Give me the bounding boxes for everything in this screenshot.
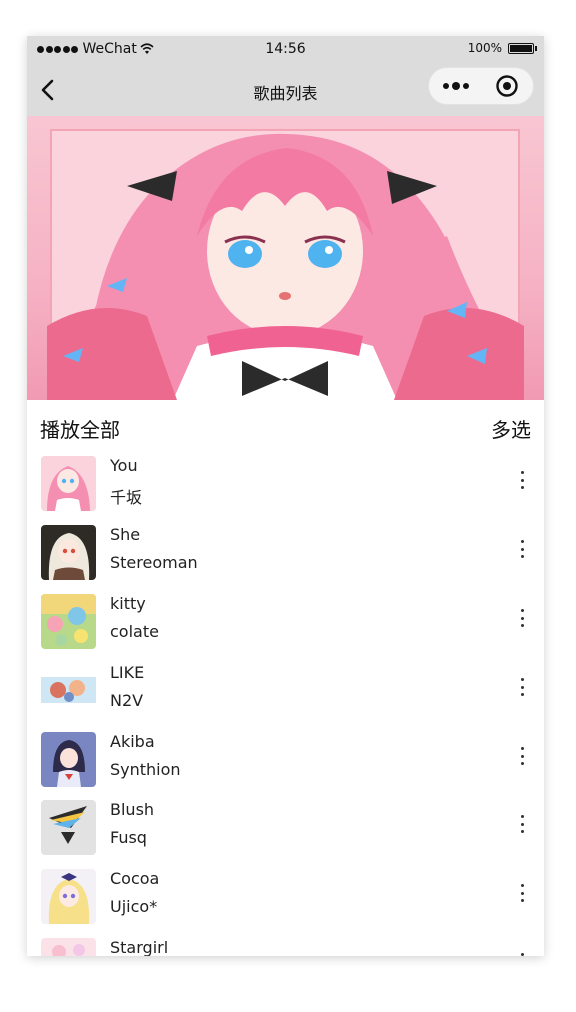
battery-percent: 100% bbox=[467, 41, 502, 55]
song-menu-button[interactable] bbox=[516, 606, 528, 630]
song-artist: Fusq bbox=[110, 828, 147, 847]
song-menu-button[interactable] bbox=[516, 881, 528, 905]
song-item[interactable]: You 千坂 bbox=[27, 454, 544, 523]
list-controls: 播放全部 多选 bbox=[27, 400, 544, 452]
song-artist: N2V bbox=[110, 691, 144, 710]
song-artist: 千坂 bbox=[110, 488, 143, 507]
song-item[interactable]: Cocoa Ujico* bbox=[27, 867, 544, 936]
song-title: Blush bbox=[110, 800, 155, 819]
song-title: You bbox=[110, 456, 138, 475]
song-cover bbox=[41, 732, 96, 787]
battery-icon bbox=[508, 42, 537, 54]
song-item[interactable]: kitty colate bbox=[27, 592, 544, 661]
song-artist: Ujico* bbox=[110, 897, 158, 916]
multi-select-button[interactable]: 多选 bbox=[491, 414, 531, 443]
nav-bar: 歌曲列表 bbox=[27, 64, 544, 116]
song-item[interactable]: Blush Fusq bbox=[27, 798, 544, 867]
song-artist: Stereoman bbox=[110, 553, 198, 572]
song-menu-button[interactable] bbox=[516, 950, 528, 956]
miniprogram-capsule bbox=[428, 67, 534, 105]
song-title: LIKE bbox=[110, 663, 145, 682]
song-menu-button[interactable] bbox=[516, 744, 528, 768]
song-cover bbox=[41, 525, 96, 580]
song-menu-button[interactable] bbox=[516, 675, 528, 699]
more-button[interactable] bbox=[439, 68, 475, 104]
more-dots-icon bbox=[443, 82, 469, 90]
song-menu-button[interactable] bbox=[516, 468, 528, 492]
song-cover bbox=[41, 663, 96, 718]
song-title: Stargirl bbox=[110, 938, 169, 956]
status-bar: WeChat 14:56 100% bbox=[27, 36, 544, 64]
play-all-button[interactable]: 播放全部 bbox=[40, 414, 120, 443]
song-artist: colate bbox=[110, 622, 159, 641]
close-button[interactable] bbox=[495, 74, 519, 98]
song-menu-button[interactable] bbox=[516, 537, 528, 561]
song-cover bbox=[41, 938, 96, 956]
song-item[interactable]: LIKE N2V bbox=[27, 661, 544, 730]
song-menu-button[interactable] bbox=[516, 812, 528, 836]
song-title: kitty bbox=[110, 594, 146, 613]
song-title: She bbox=[110, 525, 141, 544]
song-item[interactable]: Akiba Synthion bbox=[27, 730, 544, 799]
battery-status: 100% bbox=[467, 41, 537, 55]
song-title: Akiba bbox=[110, 732, 155, 751]
status-time: 14:56 bbox=[265, 41, 306, 57]
song-cover bbox=[41, 800, 96, 855]
song-title: Cocoa bbox=[110, 869, 160, 888]
song-artist: Synthion bbox=[110, 760, 181, 779]
song-item[interactable]: Stargirl bbox=[27, 936, 544, 956]
song-cover bbox=[41, 594, 96, 649]
song-item[interactable]: She Stereoman bbox=[27, 523, 544, 592]
phone-screen: WeChat 14:56 100% 歌曲列表 播放全部 多选 You 千坂 Sh… bbox=[27, 36, 544, 956]
song-cover bbox=[41, 456, 96, 511]
playlist-cover-image bbox=[27, 116, 544, 400]
target-circle-icon bbox=[496, 75, 518, 97]
song-cover bbox=[41, 869, 96, 924]
